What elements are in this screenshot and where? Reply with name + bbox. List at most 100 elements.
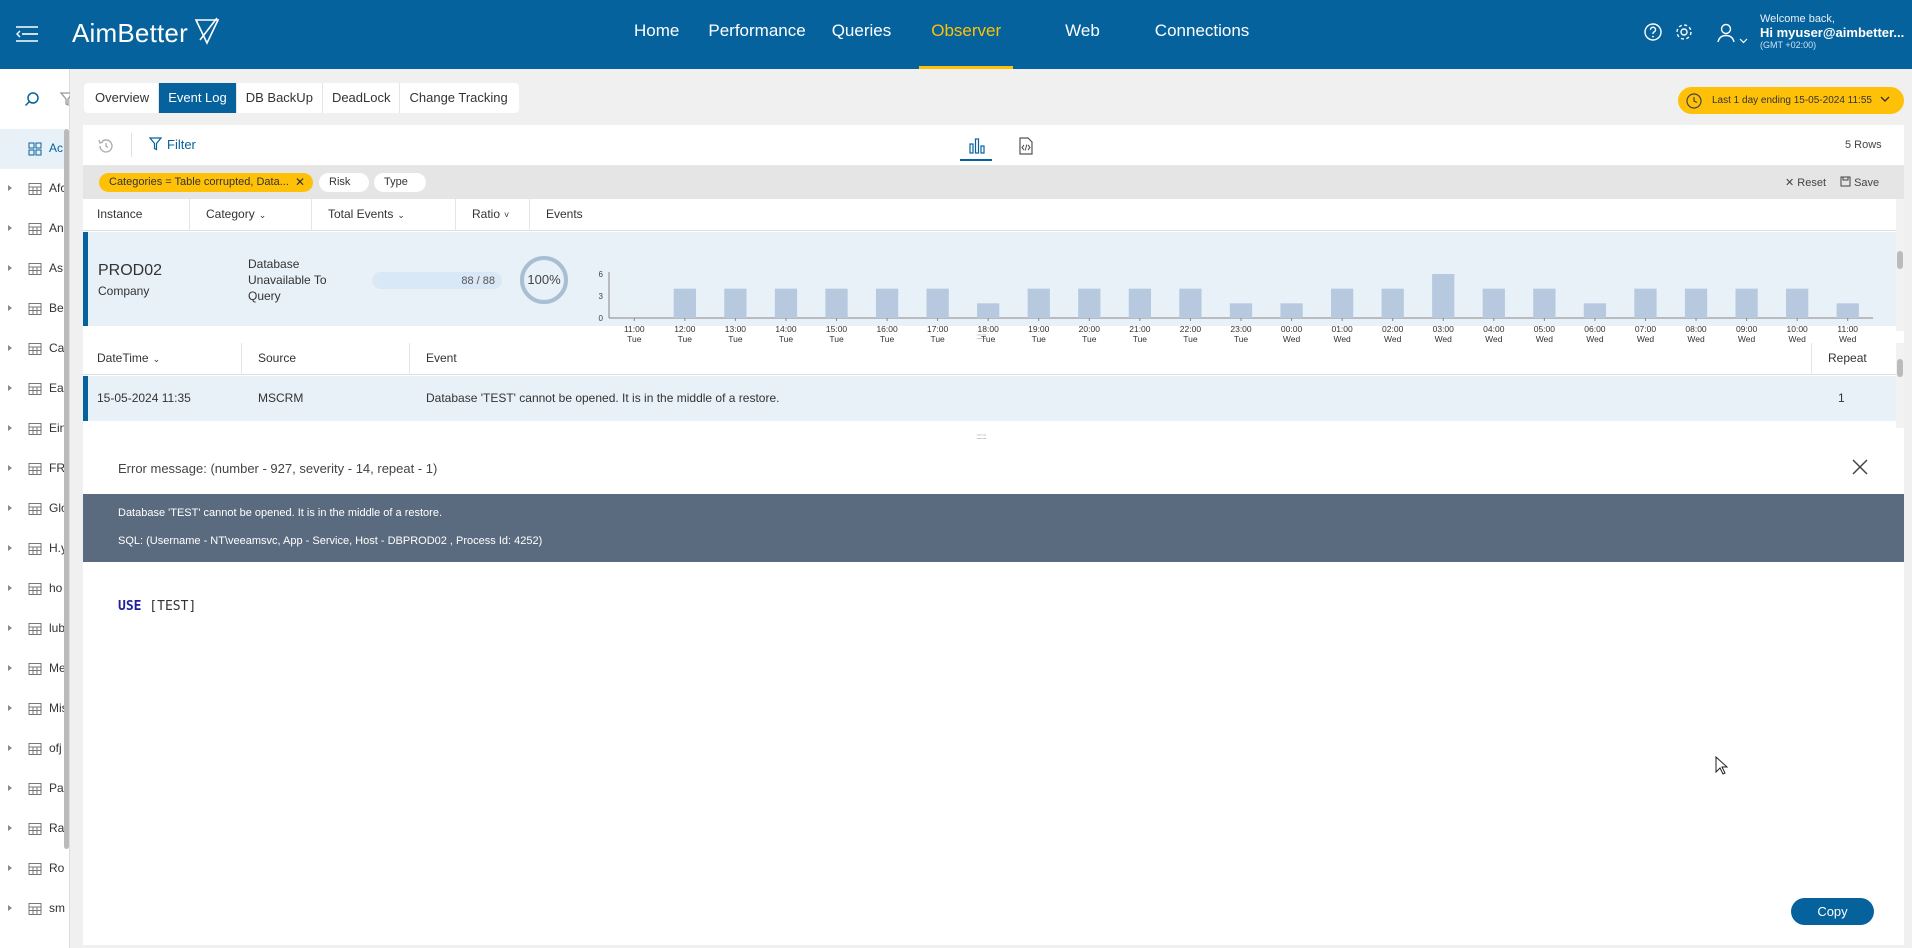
column-ratio[interactable]: Ratio ˅ [456, 199, 530, 231]
expand-arrow-icon[interactable] [8, 385, 12, 391]
sidebar-item[interactable]: Glo [0, 489, 65, 529]
user-timezone: (GMT +02:00) [1760, 40, 1817, 50]
nav-queries[interactable]: Queries [832, 0, 892, 69]
table-row[interactable]: 15-05-2024 11:35 MSCRM Database 'TEST' c… [83, 376, 1896, 421]
expand-arrow-icon[interactable] [8, 625, 12, 631]
sidebar-item[interactable]: An [0, 209, 64, 249]
nav-home[interactable]: Home [634, 0, 679, 69]
expand-arrow-icon[interactable] [8, 705, 12, 711]
resize-handle[interactable]: :::::::: [976, 332, 987, 341]
app-logo[interactable]: AimBetter [72, 17, 220, 49]
expand-arrow-icon[interactable] [8, 225, 12, 231]
filter-button[interactable]: Filter [148, 137, 196, 152]
close-icon[interactable] [1851, 458, 1869, 481]
sidebar-item[interactable]: Me [0, 649, 65, 689]
tab-change-tracking[interactable]: Change Tracking [400, 83, 516, 113]
column-source[interactable]: Source [242, 343, 410, 375]
sidebar-item[interactable]: As [0, 249, 64, 289]
expand-arrow-icon[interactable] [8, 305, 12, 311]
time-range-selector[interactable]: Last 1 day ending 15-05-2024 11:55 [1678, 87, 1904, 114]
error-details-box: Database 'TEST' cannot be opened. It is … [83, 494, 1904, 562]
expand-arrow-icon[interactable] [8, 865, 12, 871]
table-icon [28, 462, 42, 481]
expand-arrow-icon[interactable] [8, 465, 12, 471]
sidebar-item[interactable]: Mis [0, 689, 65, 729]
sidebar-item[interactable]: Ra [0, 809, 64, 849]
expand-arrow-icon[interactable] [8, 425, 12, 431]
table-icon [28, 262, 42, 281]
user-welcome[interactable]: Welcome back, Hi myuser@aimbetter... (GM… [1760, 13, 1904, 52]
user-menu-chevron-icon[interactable] [1739, 31, 1748, 49]
menu-toggle-icon[interactable] [14, 22, 42, 46]
save-button[interactable]: Save [1840, 176, 1879, 189]
sidebar-item[interactable]: H.y [0, 529, 65, 569]
column-total-events[interactable]: Total Events ⌄ [312, 199, 456, 231]
tab-db-backup[interactable]: DB BackUp [237, 83, 323, 113]
chart-bar [825, 288, 848, 318]
expand-arrow-icon[interactable] [8, 785, 12, 791]
table-row[interactable]: PROD02 Company Database Unavailable To Q… [83, 232, 1896, 344]
copy-button[interactable]: Copy [1791, 898, 1874, 925]
expand-arrow-icon[interactable] [8, 265, 12, 271]
nav-web[interactable]: Web [1065, 0, 1100, 69]
sidebar-item[interactable]: Ca [0, 329, 64, 369]
sidebar-item[interactable]: Be [0, 289, 64, 329]
sidebar-item[interactable]: ofj [0, 729, 64, 769]
expand-arrow-icon[interactable] [8, 345, 12, 351]
user-icon[interactable] [1716, 22, 1736, 49]
column-instance[interactable]: Instance [83, 199, 190, 231]
filter-icon[interactable] [59, 91, 75, 112]
expand-arrow-icon[interactable] [8, 585, 12, 591]
code-view-button[interactable] [1009, 131, 1041, 161]
table-icon [28, 902, 42, 921]
help-icon[interactable] [1643, 22, 1663, 47]
tab-event-log[interactable]: Event Log [159, 83, 237, 113]
close-icon[interactable]: ✕ [295, 173, 305, 192]
table-icon [28, 182, 42, 201]
event-table-scrollbar[interactable] [1896, 343, 1904, 428]
expand-arrow-icon[interactable] [8, 905, 12, 911]
resize-handle[interactable]: :::::::: [976, 432, 987, 441]
column-datetime[interactable]: DateTime ⌄ [83, 343, 242, 375]
x-tick-label: 13:00 [725, 324, 747, 334]
sidebar-item[interactable]: Ein [0, 409, 65, 449]
sidebar-item[interactable]: Ac [0, 129, 64, 169]
chart-view-button[interactable] [960, 131, 992, 161]
expand-arrow-icon[interactable] [8, 185, 12, 191]
column-event[interactable]: Event [410, 343, 1812, 375]
sidebar-item[interactable]: sm [0, 889, 65, 929]
nav-observer[interactable]: Observer [919, 0, 1014, 69]
sidebar-item[interactable]: lub [0, 609, 65, 649]
expand-arrow-icon[interactable] [8, 745, 12, 751]
expand-arrow-icon[interactable] [8, 505, 12, 511]
instance-table-scrollbar[interactable] [1896, 199, 1904, 331]
column-repeat[interactable]: Repeat [1812, 343, 1896, 375]
expand-arrow-icon[interactable] [8, 825, 12, 831]
sidebar-item[interactable]: Pa [0, 769, 64, 809]
save-label: Save [1854, 177, 1880, 189]
column-events[interactable]: Events [530, 199, 1896, 231]
sidebar-item[interactable]: Ea [0, 369, 64, 409]
sidebar-item[interactable]: ho [0, 569, 64, 609]
column-category[interactable]: Category ⌄ [190, 199, 312, 231]
nav-connections[interactable]: Connections [1155, 0, 1250, 69]
main-nav: Home Performance Queries Observer Web Co… [634, 0, 1249, 69]
save-icon [1840, 176, 1854, 189]
expand-arrow-icon[interactable] [8, 545, 12, 551]
category-filter-chip[interactable]: Categories = Table corrupted, Data... ✕ [99, 173, 313, 192]
sidebar-scrollbar[interactable] [64, 129, 69, 849]
sidebar-item[interactable]: Ro [0, 849, 64, 889]
nav-performance[interactable]: Performance [708, 0, 805, 69]
event-table-header: DateTime ⌄ Source Event Repeat [83, 343, 1896, 375]
type-filter-chip[interactable]: Type [374, 173, 426, 192]
risk-filter-chip[interactable]: Risk [319, 173, 369, 192]
tab-overview[interactable]: Overview [86, 83, 160, 113]
search-icon[interactable] [24, 91, 40, 112]
tab-deadlock[interactable]: DeadLock [323, 83, 401, 113]
reset-button[interactable]: ✕ Reset [1785, 176, 1826, 189]
gear-icon[interactable] [1674, 22, 1694, 47]
sidebar-item[interactable]: FR [0, 449, 65, 489]
sidebar-item[interactable]: Afc [0, 169, 65, 209]
history-refresh-icon[interactable] [97, 137, 115, 160]
expand-arrow-icon[interactable] [8, 665, 12, 671]
